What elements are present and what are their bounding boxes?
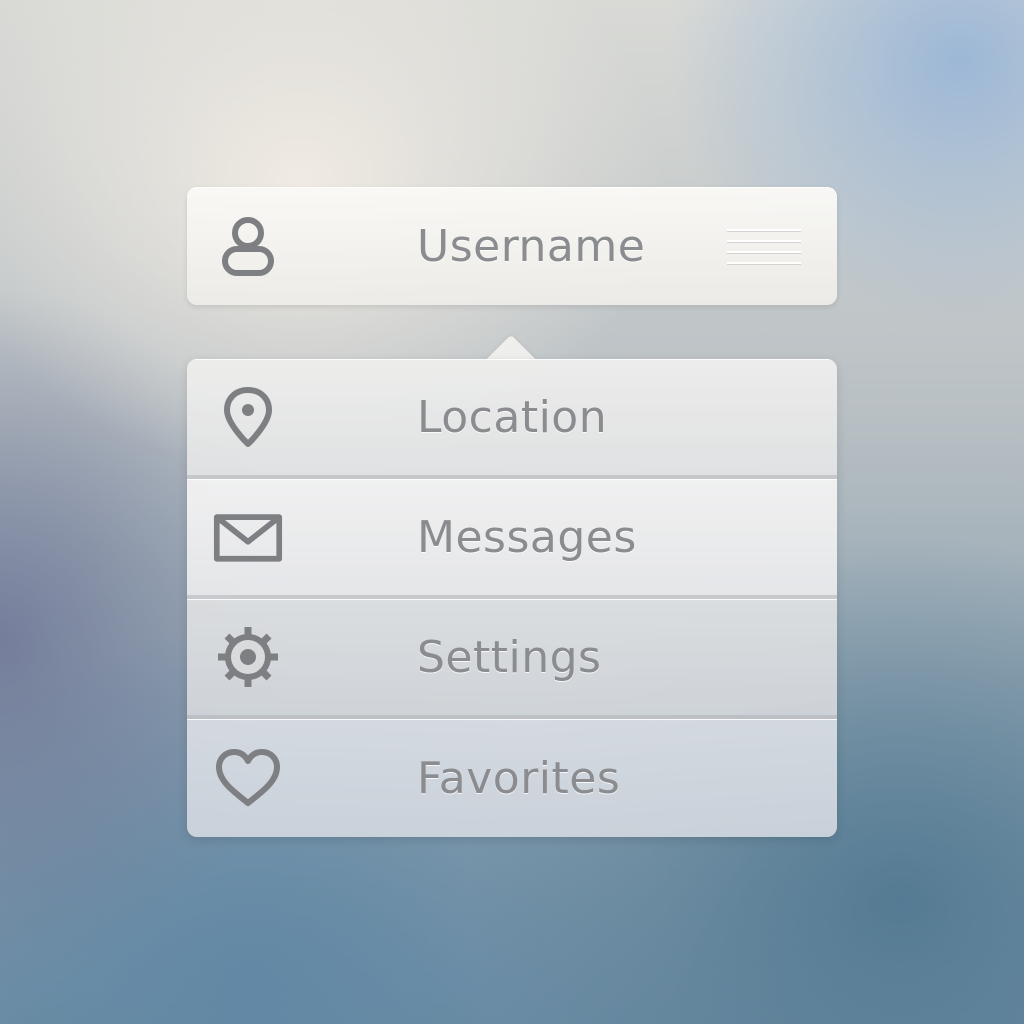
dropdown-caret (477, 331, 547, 361)
location-pin-icon (213, 382, 283, 452)
menu-item-label: Location (417, 391, 608, 443)
gear-icon (213, 622, 283, 692)
user-icon (213, 211, 283, 281)
username-bar[interactable]: Username (187, 187, 837, 305)
username-label: Username (417, 220, 646, 272)
menu-item-label: Settings (417, 631, 602, 683)
menu-item-label: Favorites (417, 752, 621, 804)
envelope-icon (213, 502, 283, 572)
menu-item-messages[interactable]: Messages (187, 479, 837, 599)
dropdown-menu: Location Messages Settings Favorites (187, 359, 837, 837)
menu-item-location[interactable]: Location (187, 359, 837, 479)
menu-toggle-icon[interactable] (727, 229, 801, 267)
menu-item-settings[interactable]: Settings (187, 599, 837, 719)
menu-item-favorites[interactable]: Favorites (187, 719, 837, 837)
heart-icon (213, 743, 283, 813)
menu-item-label: Messages (417, 511, 637, 563)
